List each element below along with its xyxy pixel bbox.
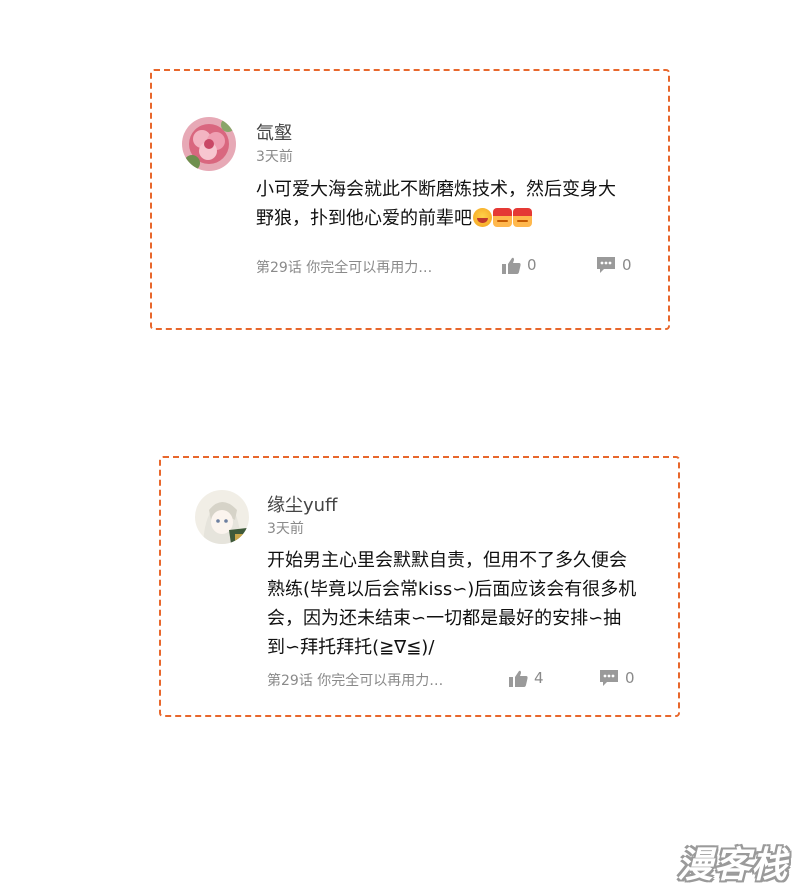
comment-line: 野狼，扑到他心爱的前辈吧 <box>256 208 472 229</box>
reply-button[interactable]: 0 <box>599 669 635 687</box>
geili-emoji-icon <box>493 208 512 227</box>
comment-body: 开始男主心里会默默自责，但用不了多久便会 熟练(毕竟以后会常kiss∽)后面应该… <box>267 546 636 662</box>
comment-card: 氙壑 3天前 小可爱大海会就此不断磨炼技术，然后变身大 野狼，扑到他心爱的前辈吧… <box>150 69 670 330</box>
comment-line: 小可爱大海会就此不断磨炼技术，然后变身大 <box>256 179 616 200</box>
user-avatar[interactable] <box>182 117 236 171</box>
thumbs-up-icon <box>509 670 528 687</box>
comment-line: 会，因为还未结束∽一切都是最好的安排∽抽 <box>267 608 622 629</box>
comment-line: 到∽拜托拜托(≧∇≦)/ <box>267 637 435 658</box>
username[interactable]: 缘尘yuff <box>267 491 337 517</box>
like-button[interactable]: 4 <box>509 669 544 687</box>
comment-body: 小可爱大海会就此不断磨炼技术，然后变身大 野狼，扑到他心爱的前辈吧 <box>256 175 616 233</box>
chapter-link[interactable]: 第29话 你完全可以再用力… <box>256 257 432 277</box>
comment-time: 3天前 <box>267 521 304 537</box>
thumbs-up-icon <box>502 257 521 274</box>
user-avatar[interactable] <box>195 490 249 544</box>
comment-bubble-icon <box>597 257 615 273</box>
comment-line: 熟练(毕竟以后会常kiss∽)后面应该会有很多机 <box>267 579 637 600</box>
grin-emoji-icon <box>473 208 492 227</box>
reply-count: 0 <box>625 669 635 687</box>
reply-count: 0 <box>622 256 632 274</box>
watermark-logo: 漫客栈 <box>676 845 788 886</box>
like-count: 0 <box>527 256 537 274</box>
reply-button[interactable]: 0 <box>596 256 632 274</box>
comment-line: 开始男主心里会默默自责，但用不了多久便会 <box>267 550 627 571</box>
comment-card: 缘尘yuff 3天前 开始男主心里会默默自责，但用不了多久便会 熟练(毕竟以后会… <box>159 456 680 717</box>
comment-time: 3天前 <box>256 149 293 165</box>
like-count: 4 <box>534 669 544 687</box>
comment-line-with-emoji: 野狼，扑到他心爱的前辈吧 <box>256 204 616 233</box>
comment-bubble-icon <box>600 670 618 686</box>
like-button[interactable]: 0 <box>502 256 537 274</box>
geili-emoji-icon <box>513 208 532 227</box>
chapter-link[interactable]: 第29话 你完全可以再用力… <box>267 670 443 690</box>
username[interactable]: 氙壑 <box>256 119 292 145</box>
